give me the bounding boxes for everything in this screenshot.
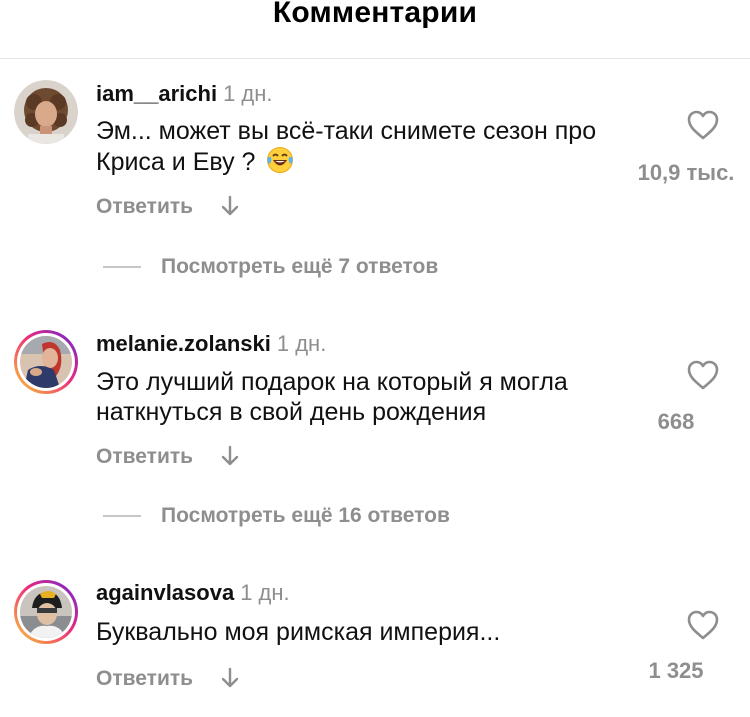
laughing-tears-emoji-icon [267,147,294,173]
comments-screen: Комментарии iam__arichi 1 дн. Эм... може… [0,0,750,717]
heart-outline-icon[interactable] [686,609,720,641]
view-replies-button[interactable]: Посмотреть ещё 16 ответов [103,503,450,529]
arrow-down-icon[interactable] [221,195,239,217]
view-replies-label: Посмотреть ещё 7 ответов [161,255,439,278]
reply-button[interactable]: Ответить [96,667,193,690]
comment-text: Это лучший подарок на который я могла на… [96,368,568,426]
avatar-photo [14,80,78,144]
avatar[interactable] [14,580,78,644]
reply-row: Ответить [96,444,239,470]
heart-outline-icon[interactable] [686,109,720,141]
reply-button[interactable]: Ответить [96,445,193,468]
avatar[interactable] [14,80,78,144]
comment-header: againvlasova 1 дн. [96,580,290,606]
username[interactable]: iam__arichi [96,81,217,106]
page-title: Комментарии [272,0,478,29]
replies-divider [103,266,141,269]
comment-header: iam__arichi 1 дн. [96,81,273,107]
view-replies-label: Посмотреть ещё 16 ответов [161,504,450,527]
comment-header: melanie.zolanski 1 дн. [96,331,326,357]
username[interactable]: againvlasova [96,580,234,605]
heart-outline-icon[interactable] [686,359,720,391]
comment-time: 1 дн. [276,331,327,356]
like-count: 10,9 тыс. [637,160,735,185]
reply-row: Ответить [96,666,239,692]
comment-text-content: Эм... может вы всё-таки снимете сезон пр… [96,117,597,176]
comment-time: 1 дн. [223,81,273,106]
like-count: 1 325 [648,658,704,683]
comment-time: 1 дн. [240,580,290,605]
comment-text: Буквально моя римская империя... [96,618,501,646]
arrow-down-icon[interactable] [221,445,239,467]
avatar-photo [20,586,72,638]
avatar[interactable] [14,330,78,394]
username[interactable]: melanie.zolanski [96,331,271,356]
view-replies-button[interactable]: Посмотреть ещё 7 ответов [103,254,438,280]
arrow-down-icon[interactable] [221,667,239,689]
reply-row: Ответить [96,194,239,220]
comments-header: Комментарии [0,0,750,59]
avatar-photo [20,336,72,388]
reply-button[interactable]: Ответить [96,195,193,218]
like-count: 668 [657,409,695,434]
replies-divider [103,515,141,518]
comment-text: Эм... может вы всё-таки снимете сезон пр… [96,116,656,177]
